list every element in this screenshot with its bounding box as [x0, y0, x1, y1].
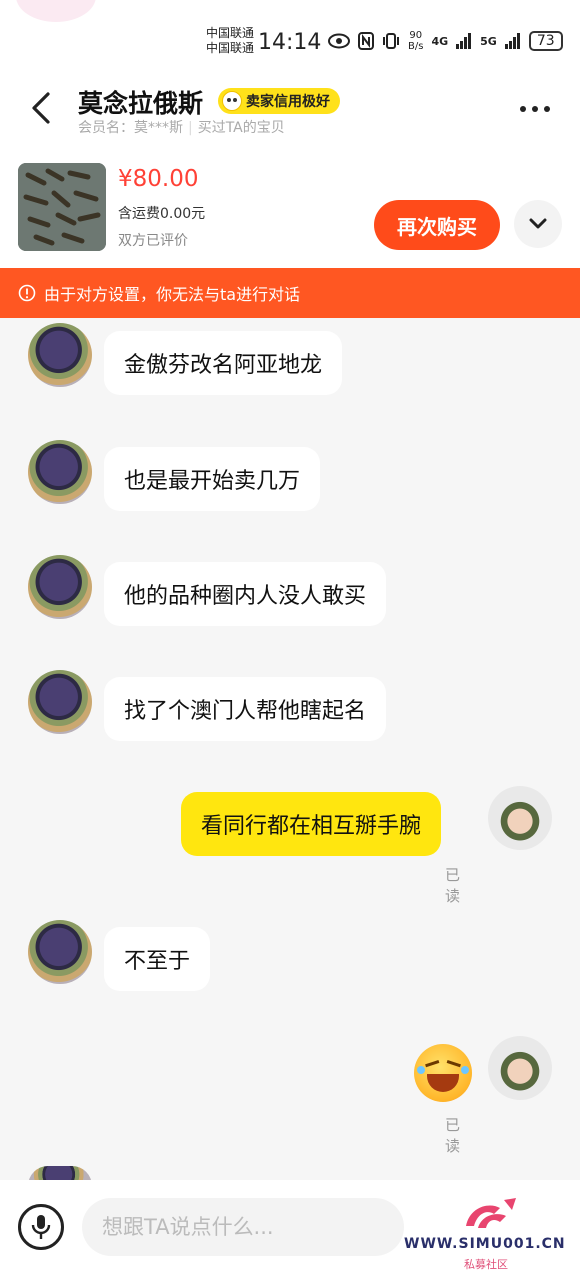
vibrate-icon	[383, 33, 399, 49]
message-bubble[interactable]: 找了个澳门人帮他瞎起名	[104, 677, 387, 741]
message-bubble[interactable]: 金傲芬改名阿亚地龙	[104, 331, 343, 395]
member-name: 会员名：莫***斯	[78, 120, 183, 136]
system-icons: 90 B/s 4G 5G 73	[328, 30, 563, 52]
signal-bars-icon	[504, 33, 520, 49]
warning-icon	[18, 284, 36, 302]
seller-avatar[interactable]	[28, 555, 92, 619]
carrier-labels: 中国联通 中国联通	[206, 26, 254, 56]
signal-bars-icon	[456, 33, 472, 49]
review-status: 双方已评价	[118, 233, 188, 249]
status-bar: 中国联通 中国联通 14:14 90 B/s 4G 5G 73	[0, 0, 580, 70]
carrier-1: 中国联通	[206, 26, 255, 40]
seller-name[interactable]: 莫念拉俄斯	[78, 84, 203, 120]
divider: |	[188, 120, 193, 136]
decorative-blob	[16, 0, 96, 22]
net-speed-unit: B/s	[408, 41, 424, 52]
seller-avatar[interactable]	[28, 323, 92, 387]
message-bubble[interactable]: 也是最开始卖几万	[104, 447, 321, 511]
signal-5g-label: 5G	[480, 34, 497, 48]
notice-text: 由于对方设置，你无法与ta进行对话	[44, 285, 301, 304]
message-bubble[interactable]: 他的品种圈内人没人敢买	[104, 562, 387, 626]
watermark-logo-icon	[466, 1198, 516, 1228]
purchase-note: 买过TA的宝贝	[197, 120, 285, 136]
chevron-down-icon	[529, 218, 547, 229]
read-receipt: 已读	[445, 866, 461, 905]
product-thumbnail[interactable]	[18, 163, 106, 251]
laughing-tears-emoji-icon[interactable]	[414, 1044, 472, 1102]
shipping-fee: 含运费0.00元	[118, 206, 206, 222]
credit-badge-label: 卖家信用极好	[246, 94, 330, 110]
watermark-subtitle: 私募社区	[464, 1258, 508, 1271]
back-arrow-icon[interactable]	[28, 90, 54, 126]
badge-face-icon	[222, 91, 242, 111]
nfc-icon	[358, 32, 374, 50]
product-price: ¥80.00	[118, 166, 199, 192]
clock: 14:14	[258, 30, 322, 55]
message-input[interactable]	[82, 1198, 404, 1256]
chat-restriction-notice: 由于对方设置，你无法与ta进行对话	[0, 268, 580, 318]
seller-avatar[interactable]	[28, 920, 92, 984]
watermark-url: WWW.SIMU001.CN	[404, 1236, 566, 1252]
seller-subline: 会员名：莫***斯 | 买过TA的宝贝	[78, 117, 285, 137]
chat-header: 莫念拉俄斯 卖家信用极好 会员名：莫***斯 | 买过TA的宝贝	[0, 70, 580, 148]
net-speed-value: 90	[409, 30, 423, 41]
seller-avatar[interactable]	[28, 670, 92, 734]
my-avatar[interactable]	[488, 1036, 552, 1100]
eye-icon	[328, 33, 350, 49]
message-bubble[interactable]: 不至于	[104, 927, 211, 991]
carrier-2: 中国联通	[206, 41, 255, 55]
net-speed: 90 B/s	[408, 30, 423, 52]
microphone-icon	[31, 1215, 51, 1239]
more-options-icon[interactable]	[520, 106, 550, 112]
expand-button[interactable]	[514, 200, 562, 248]
seller-avatar[interactable]	[28, 440, 92, 504]
watermark: WWW.SIMU001.CN 私募社区	[404, 1196, 580, 1276]
buy-again-button[interactable]: 再次购买	[374, 200, 500, 250]
read-receipt: 已读	[445, 1116, 461, 1155]
my-avatar[interactable]	[488, 786, 552, 850]
battery-indicator: 73	[528, 31, 563, 51]
credit-badge: 卖家信用极好	[218, 88, 340, 114]
product-card[interactable]: ¥80.00 含运费0.00元 双方已评价 再次购买	[0, 148, 580, 268]
voice-input-button[interactable]	[18, 1204, 64, 1250]
my-message-bubble[interactable]: 看同行都在相互掰手腕	[181, 792, 442, 856]
signal-4g-label: 4G	[431, 34, 449, 48]
